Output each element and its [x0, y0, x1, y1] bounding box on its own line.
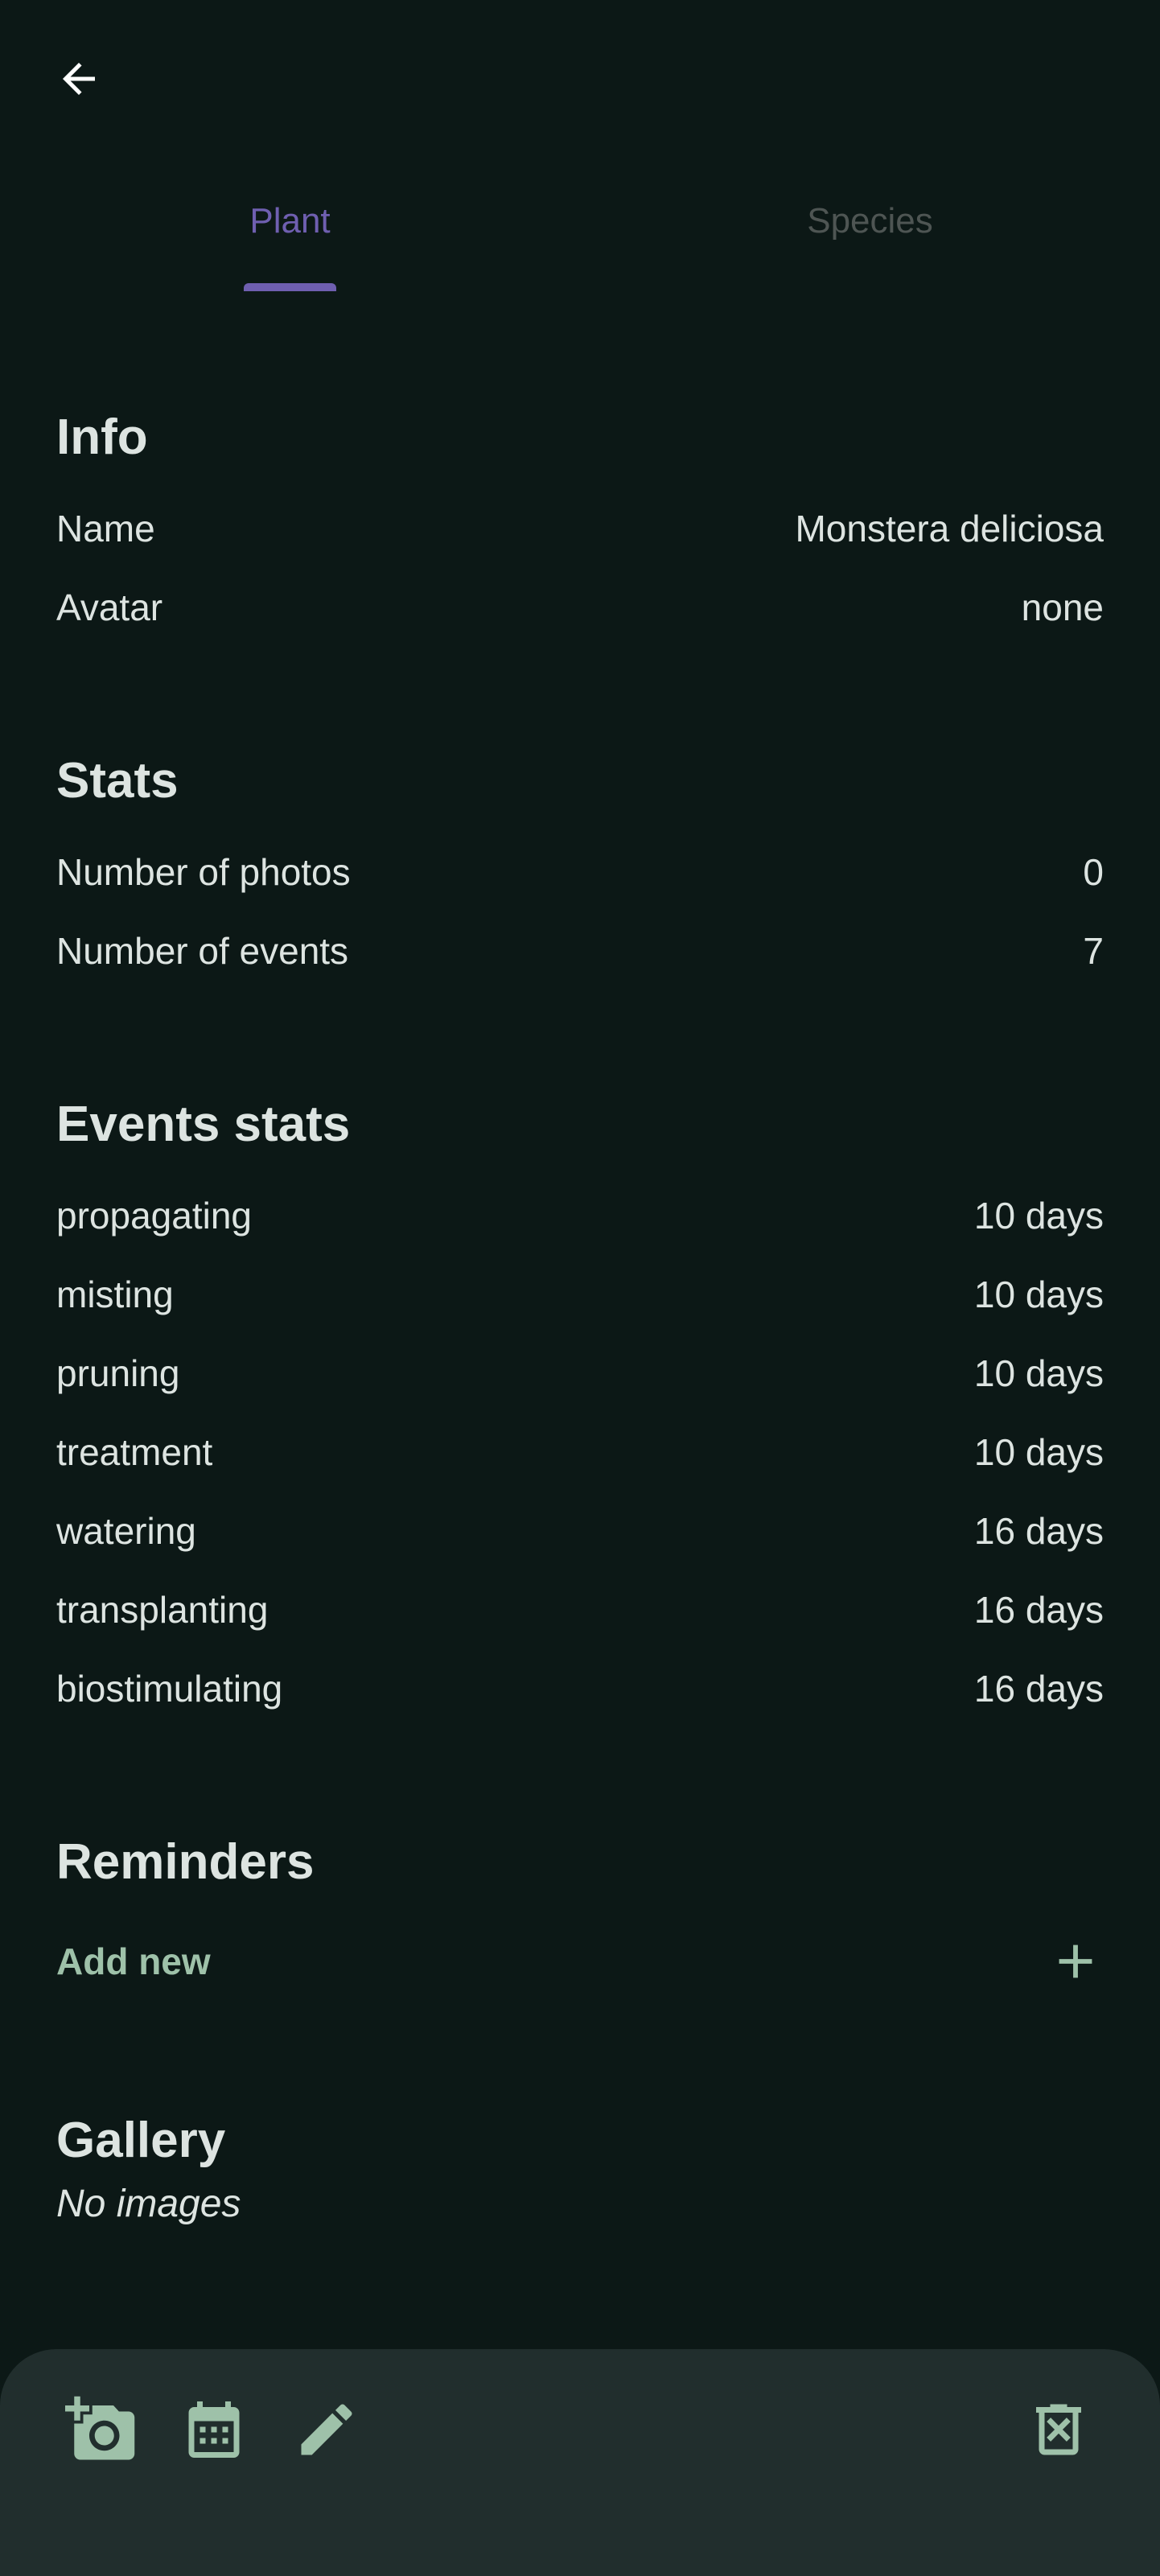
row-value: 16 days — [973, 1510, 1104, 1552]
row-label: Number of events — [56, 930, 349, 972]
bottom-action-bar — [0, 2349, 1160, 2576]
add-reminder-button[interactable]: Add new — [56, 1929, 1104, 1994]
row-label: Avatar — [56, 586, 163, 628]
row-label: misting — [56, 1274, 174, 1315]
info-row-avatar: Avatar none — [56, 579, 1104, 636]
info-row-name: Name Monstera deliciosa — [56, 500, 1104, 557]
events-row-biostimulating: biostimulating 16 days — [56, 1660, 1104, 1717]
tab-species[interactable]: Species — [580, 181, 1160, 294]
events-row-propagating: propagating 10 days — [56, 1187, 1104, 1244]
events-row-pruning: pruning 10 days — [56, 1345, 1104, 1401]
pencil-icon — [301, 2404, 352, 2455]
info-title: Info — [56, 409, 148, 465]
reminders-title: Reminders — [56, 1834, 315, 1890]
stats-row-photos: Number of photos 0 — [56, 844, 1104, 900]
calendar-icon — [188, 2401, 240, 2458]
delete-icon — [1036, 2404, 1081, 2455]
row-value: 0 — [1083, 851, 1104, 893]
row-value: 7 — [1083, 930, 1104, 972]
tab-bar: Plant Species — [0, 181, 1160, 294]
tab-plant[interactable]: Plant — [0, 181, 580, 294]
row-label: Name — [56, 508, 155, 549]
events-row-watering: watering 16 days — [56, 1503, 1104, 1559]
row-value: 16 days — [973, 1668, 1104, 1710]
tab-plant-label: Plant — [249, 201, 331, 241]
back-button[interactable] — [47, 47, 111, 111]
arrow-back-icon — [63, 63, 95, 95]
add-reminder-label: Add new — [56, 1940, 211, 1982]
row-value: 10 days — [973, 1195, 1104, 1237]
row-value: 10 days — [973, 1352, 1104, 1394]
events-row-transplanting: transplanting 16 days — [56, 1582, 1104, 1638]
row-value: 10 days — [973, 1431, 1104, 1473]
row-label: Number of photos — [56, 851, 351, 893]
gallery-title: Gallery — [56, 2113, 226, 2168]
row-label: watering — [56, 1510, 196, 1552]
add-photo-icon — [65, 2396, 135, 2460]
row-label: pruning — [56, 1352, 180, 1394]
events-stats-title: Events stats — [56, 1097, 351, 1152]
tab-indicator — [244, 283, 336, 291]
row-label: propagating — [56, 1195, 252, 1237]
delete-button[interactable] — [1018, 2389, 1099, 2470]
row-value: 16 days — [973, 1589, 1104, 1631]
edit-button[interactable] — [286, 2389, 367, 2470]
gallery-empty-text: No images — [56, 2183, 241, 2225]
add-photo-button[interactable] — [61, 2389, 142, 2470]
calendar-button[interactable] — [174, 2389, 254, 2470]
row-value: none — [1021, 586, 1104, 628]
row-value: 10 days — [973, 1274, 1104, 1315]
row-label: treatment — [56, 1431, 213, 1473]
row-label: transplanting — [56, 1589, 269, 1631]
events-row-treatment: treatment 10 days — [56, 1424, 1104, 1480]
row-label: biostimulating — [56, 1668, 283, 1710]
tab-species-label: Species — [807, 201, 933, 241]
row-value: Monstera deliciosa — [795, 508, 1104, 549]
events-row-misting: misting 10 days — [56, 1266, 1104, 1323]
stats-row-events: Number of events 7 — [56, 923, 1104, 979]
stats-title: Stats — [56, 753, 179, 809]
plus-icon[interactable] — [1047, 1933, 1104, 1990]
